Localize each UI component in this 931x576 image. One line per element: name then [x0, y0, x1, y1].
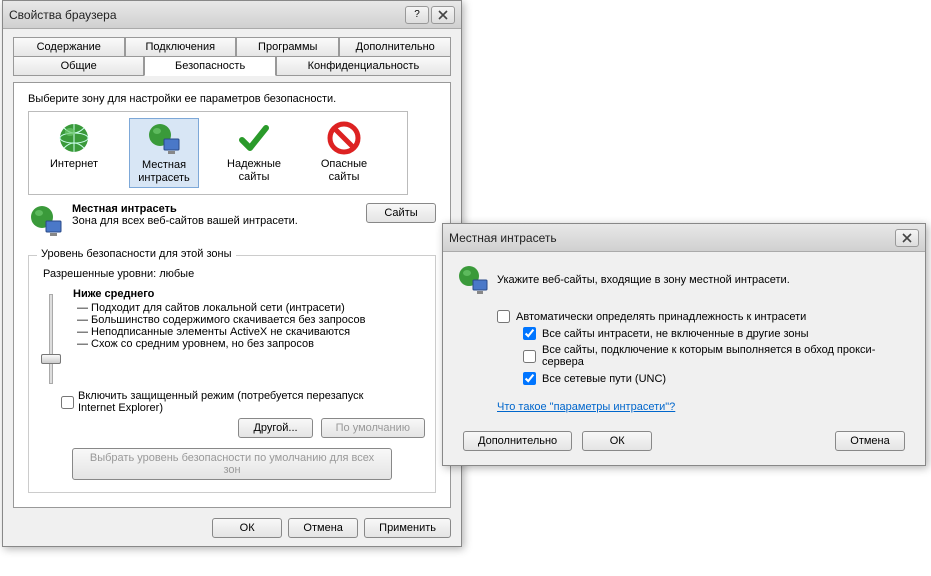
- level-name: Ниже среднего: [73, 288, 425, 300]
- zone-label: Интернет: [50, 158, 98, 171]
- cancel-button[interactable]: Отмена: [288, 518, 358, 538]
- globe-monitor-icon: [457, 264, 489, 296]
- ok-button[interactable]: ОК: [582, 431, 652, 451]
- protected-mode-input[interactable]: [61, 396, 74, 409]
- sub2-input[interactable]: [523, 350, 536, 363]
- intranet-settings-link[interactable]: Что такое "параметры интрасети"?: [497, 401, 675, 413]
- custom-level-button[interactable]: Другой...: [238, 418, 312, 438]
- tab-content[interactable]: Содержание: [13, 37, 125, 57]
- zone-trusted[interactable]: Надежные сайты: [219, 118, 289, 186]
- local-intranet-dialog: Местная интрасеть Укажите веб-сайты, вхо…: [442, 223, 926, 466]
- titlebar[interactable]: Местная интрасеть: [443, 224, 925, 252]
- level-bullet: — Неподписанные элементы ActiveX не скач…: [77, 326, 425, 338]
- zone-restricted[interactable]: Опасные сайты: [309, 118, 379, 186]
- cancel-button[interactable]: Отмена: [835, 431, 905, 451]
- ok-button[interactable]: ОК: [212, 518, 282, 538]
- security-level-slider[interactable]: [39, 294, 63, 384]
- window-title: Свойства браузера: [9, 8, 405, 22]
- sub1-label: Все сайты интрасети, не включенные в дру…: [542, 328, 809, 340]
- zone-title: Местная интрасеть: [72, 203, 358, 215]
- groupbox-title: Уровень безопасности для этой зоны: [37, 248, 236, 260]
- advanced-button[interactable]: Дополнительно: [463, 431, 572, 451]
- tab-privacy[interactable]: Конфиденциальность: [276, 56, 451, 76]
- security-level-group: Уровень безопасности для этой зоны Разре…: [28, 255, 436, 493]
- tab-connections[interactable]: Подключения: [125, 37, 237, 57]
- include-not-other-zones-checkbox[interactable]: Все сайты интрасети, не включенные в дру…: [523, 327, 911, 340]
- help-button[interactable]: ?: [405, 6, 429, 24]
- dialog-buttons: Дополнительно ОК Отмена: [457, 431, 911, 451]
- zone-internet[interactable]: Интернет: [39, 118, 109, 173]
- security-panel: Выберите зону для настройки ее параметро…: [13, 82, 451, 508]
- zone-description-row: Местная интрасеть Зона для всех веб-сайт…: [28, 203, 436, 239]
- zone-local-intranet[interactable]: Местная интрасеть: [129, 118, 199, 188]
- titlebar[interactable]: Свойства браузера ?: [3, 1, 461, 29]
- allowed-levels-text: Разрешенные уровни: любые: [43, 268, 425, 280]
- sub3-label: Все сетевые пути (UNC): [542, 373, 666, 385]
- protected-mode-label: Включить защищенный режим (потребуется п…: [78, 390, 398, 414]
- browser-properties-window: Свойства браузера ? Содержание Подключен…: [2, 0, 462, 547]
- globe-icon: [56, 120, 92, 156]
- checkmark-icon: [236, 120, 272, 156]
- tab-security[interactable]: Безопасность: [144, 56, 275, 76]
- sub1-input[interactable]: [523, 327, 536, 340]
- unc-paths-checkbox[interactable]: Все сетевые пути (UNC): [523, 372, 911, 385]
- zone-description: Зона для всех веб-сайтов вашей интрасети…: [72, 215, 358, 227]
- level-bullet: — Схож со средним уровнем, но без запрос…: [77, 338, 425, 350]
- reset-all-zones-button[interactable]: Выбрать уровень безопасности по умолчани…: [72, 448, 392, 480]
- zone-label: Опасные сайты: [311, 158, 377, 184]
- dialog-instruction: Укажите веб-сайты, входящие в зону местн…: [497, 274, 790, 286]
- window-title: Местная интрасеть: [449, 231, 895, 245]
- auto-detect-input[interactable]: [497, 310, 510, 323]
- globe-monitor-icon: [146, 121, 182, 157]
- sub2-label: Все сайты, подключение к которым выполня…: [542, 344, 911, 368]
- tab-general[interactable]: Общие: [13, 56, 144, 76]
- close-button[interactable]: [431, 6, 455, 24]
- zone-label: Надежные сайты: [221, 158, 287, 184]
- sub3-input[interactable]: [523, 372, 536, 385]
- default-level-button[interactable]: По умолчанию: [321, 418, 425, 438]
- bypass-proxy-checkbox[interactable]: Все сайты, подключение к которым выполня…: [523, 344, 911, 368]
- dialog-header: Укажите веб-сайты, входящие в зону местн…: [457, 264, 911, 296]
- tab-advanced[interactable]: Дополнительно: [339, 37, 451, 57]
- zones-box: Интернет Местная интрасеть Надежные сайт…: [28, 111, 408, 195]
- level-bullet: — Подходит для сайтов локальной сети (ин…: [77, 302, 425, 314]
- level-bullet: — Большинство содержимого скачивается бе…: [77, 314, 425, 326]
- auto-detect-checkbox[interactable]: Автоматически определять принадлежность …: [497, 310, 911, 323]
- apply-button[interactable]: Применить: [364, 518, 451, 538]
- close-button[interactable]: [895, 229, 919, 247]
- slider-thumb[interactable]: [41, 354, 61, 364]
- protected-mode-checkbox[interactable]: Включить защищенный режим (потребуется п…: [61, 390, 425, 414]
- sites-button[interactable]: Сайты: [366, 203, 436, 223]
- dialog-buttons: ОК Отмена Применить: [13, 518, 451, 538]
- zone-label: Местная интрасеть: [132, 159, 196, 185]
- tab-programs[interactable]: Программы: [236, 37, 339, 57]
- globe-monitor-icon: [28, 203, 64, 239]
- zones-instruction: Выберите зону для настройки ее параметро…: [28, 93, 436, 105]
- auto-detect-label: Автоматически определять принадлежность …: [516, 311, 806, 323]
- prohibited-icon: [326, 120, 362, 156]
